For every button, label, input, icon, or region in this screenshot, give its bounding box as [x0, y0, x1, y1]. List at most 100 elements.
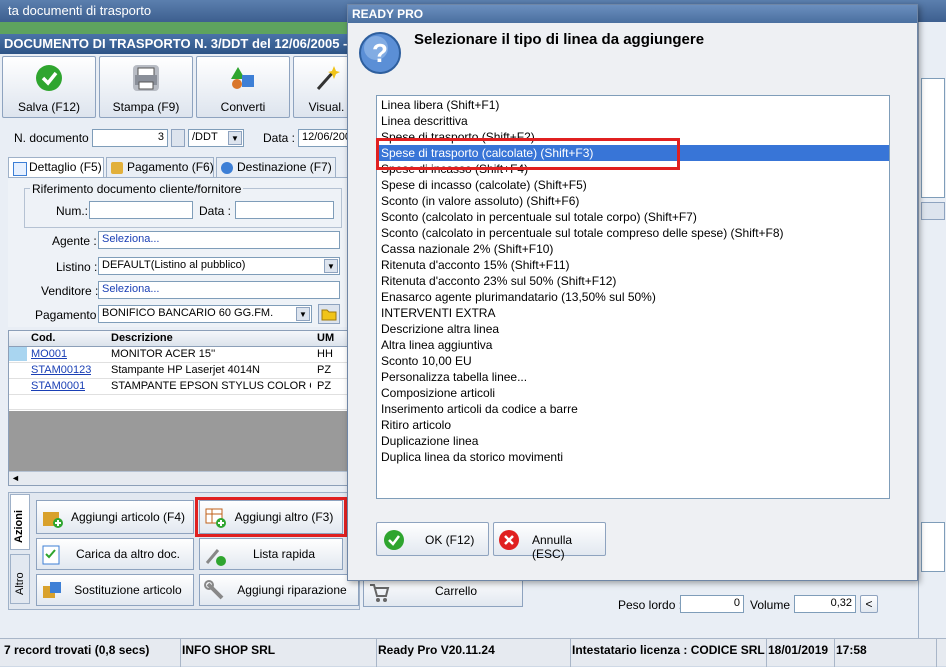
ok-button[interactable]: OK (F12): [376, 522, 489, 556]
add-repair-button[interactable]: Aggiungi riparazione: [199, 574, 359, 606]
list-item[interactable]: INTERVENTI EXTRA: [379, 305, 889, 321]
list-item[interactable]: Inserimento articoli da codice a barre: [379, 401, 889, 417]
list-item[interactable]: Personalizza tabella linee...: [379, 369, 889, 385]
doc-number-field[interactable]: 3: [92, 129, 168, 147]
ref-date-field[interactable]: [235, 201, 334, 219]
quick-list-button[interactable]: Lista rapida: [199, 538, 343, 570]
tab-destinazione-label: Destinazione (F7): [237, 160, 332, 174]
add-article-button[interactable]: Aggiungi articolo (F4): [36, 500, 194, 534]
list-item[interactable]: Linea libera (Shift+F1): [379, 97, 889, 113]
venditore-label: Venditore :: [41, 284, 99, 298]
side-tab-azioni-label: Azioni: [13, 510, 25, 543]
table-row[interactable]: MO001 MONITOR ACER 15'' HH: [9, 347, 359, 363]
side-tab-azioni[interactable]: Azioni: [10, 494, 30, 550]
dialog-titlebar: READY PRO: [348, 5, 917, 23]
status-bar: 7 record trovati (0,8 secs) INFO SHOP SR…: [0, 638, 946, 667]
table-row[interactable]: STAM00123 Stampante HP Laserjet 4014N PZ: [9, 363, 359, 379]
save-button[interactable]: Salva (F12): [2, 56, 96, 118]
wand-icon: [314, 65, 340, 91]
peso-label: Peso lordo :: [618, 598, 683, 612]
doc-number-button[interactable]: [171, 129, 185, 147]
list-item[interactable]: Sconto 10,00 EU: [379, 353, 889, 369]
print-button[interactable]: Stampa (F9): [99, 56, 193, 118]
right-side-window: [918, 22, 946, 638]
list-item[interactable]: Composizione articoli: [379, 385, 889, 401]
folder-button[interactable]: [318, 304, 340, 324]
scroll-left-icon[interactable]: ◄: [11, 473, 20, 483]
header-descrizione[interactable]: Descrizione: [111, 332, 173, 344]
tab-destinazione[interactable]: Destinazione (F7): [216, 157, 336, 177]
replace-article-button[interactable]: Sostituzione articolo: [36, 574, 194, 606]
volume-field[interactable]: 0,32: [794, 595, 856, 613]
list-item[interactable]: Ritenuta d'acconto 15% (Shift+F11): [379, 257, 889, 273]
ref-num-field[interactable]: [89, 201, 193, 219]
articles-grid: Cod. Descrizione UM MO001 MONITOR ACER 1…: [8, 330, 360, 486]
swap-box-icon: [43, 582, 61, 598]
status-version: Ready Pro V20.11.24: [374, 639, 571, 667]
list-item[interactable]: Sconto (in valore assoluto) (Shift+F6): [379, 193, 889, 209]
right-list[interactable]: [921, 78, 945, 198]
agente-field[interactable]: Seleziona...: [98, 231, 340, 249]
list-item[interactable]: Duplica linea da storico movimenti: [379, 449, 889, 465]
list-item[interactable]: Altra linea aggiuntiva: [379, 337, 889, 353]
agente-label: Agente :: [52, 234, 97, 248]
chevron-down-icon[interactable]: ▼: [228, 131, 242, 145]
num-label: Num.:: [56, 204, 89, 218]
list-item[interactable]: Duplicazione linea: [379, 433, 889, 449]
ref-date-label: Data :: [199, 204, 232, 218]
chevron-down-icon[interactable]: ▼: [324, 259, 338, 273]
table-row-empty[interactable]: [9, 395, 359, 410]
folder-icon: [321, 309, 337, 321]
row-selector[interactable]: [9, 347, 27, 361]
print-label: Stampa (F9): [112, 100, 180, 114]
chevron-down-icon[interactable]: ▼: [296, 307, 310, 321]
tab-pagamento-label: Pagamento (F6): [127, 160, 214, 174]
list-item[interactable]: Enasarco agente plurimandatario (13,50% …: [379, 289, 889, 305]
peso-field[interactable]: 0: [680, 595, 744, 613]
grid-empty-area: [9, 411, 359, 471]
side-tab-altro[interactable]: Altro: [10, 554, 30, 604]
document-title-bar: DOCUMENTO DI TRASPORTO N. 3/DDT del 12/0…: [0, 34, 360, 54]
list-item[interactable]: Ritiro articolo: [379, 417, 889, 433]
check-icon: [384, 530, 404, 550]
doc-series-select[interactable]: /DDT ▼: [188, 129, 244, 147]
row-cod[interactable]: STAM0001: [31, 380, 85, 392]
list-item[interactable]: Sconto (calcolato in percentuale sul tot…: [379, 209, 889, 225]
venditore-field[interactable]: Seleziona...: [98, 281, 340, 299]
tab-pagamento[interactable]: Pagamento (F6): [106, 157, 214, 177]
listino-select[interactable]: DEFAULT(Listino al pubblico) ▼: [98, 257, 340, 275]
tab-dettaglio[interactable]: Dettaglio (F5): [8, 157, 104, 177]
replace-article-label: Sostituzione articolo: [74, 583, 182, 597]
save-label: Salva (F12): [17, 100, 81, 114]
table-row[interactable]: STAM0001 STAMPANTE EPSON STYLUS COLOR C.…: [9, 379, 359, 395]
list-item[interactable]: Ritenuta d'acconto 23% sul 50% (Shift+F1…: [379, 273, 889, 289]
row-desc: MONITOR ACER 15'': [111, 348, 216, 360]
row-um: PZ: [317, 380, 332, 392]
list-item[interactable]: Spese di incasso (calcolate) (Shift+F5): [379, 177, 889, 193]
cancel-label: Annulla (ESC): [532, 533, 573, 561]
header-um[interactable]: UM: [317, 332, 334, 344]
horizontal-scrollbar[interactable]: ◄: [9, 471, 359, 485]
list-item[interactable]: Cassa nazionale 2% (Shift+F10): [379, 241, 889, 257]
volume-button[interactable]: <: [860, 595, 878, 613]
convert-label: Converti: [220, 100, 266, 114]
right-field[interactable]: [921, 522, 945, 572]
list-item[interactable]: Sconto (calcolato in percentuale sul tot…: [379, 225, 889, 241]
cancel-button[interactable]: Annulla (ESC): [493, 522, 606, 561]
highlight-add-other: [195, 497, 347, 537]
right-dropdown[interactable]: [921, 202, 945, 220]
doc-number-label: N. documento :: [14, 131, 96, 145]
load-from-doc-button[interactable]: Carica da altro doc.: [36, 538, 194, 570]
convert-button[interactable]: Converti: [196, 56, 290, 118]
list-item[interactable]: Linea descrittiva: [379, 113, 889, 129]
row-cod[interactable]: STAM00123: [31, 364, 91, 376]
row-cod[interactable]: MO001: [31, 348, 67, 360]
pagamento-select[interactable]: BONIFICO BANCARIO 60 GG.FM. ▼: [98, 305, 312, 323]
list-item[interactable]: Descrizione altra linea: [379, 321, 889, 337]
doc-series-value: /DDT: [192, 131, 218, 143]
tools-add-icon: [205, 549, 226, 566]
quick-list-label: Lista rapida: [252, 547, 316, 561]
tab-dettaglio-label: Dettaglio (F5): [29, 160, 102, 174]
header-cod[interactable]: Cod.: [31, 332, 55, 344]
question-icon: ?: [358, 31, 402, 75]
